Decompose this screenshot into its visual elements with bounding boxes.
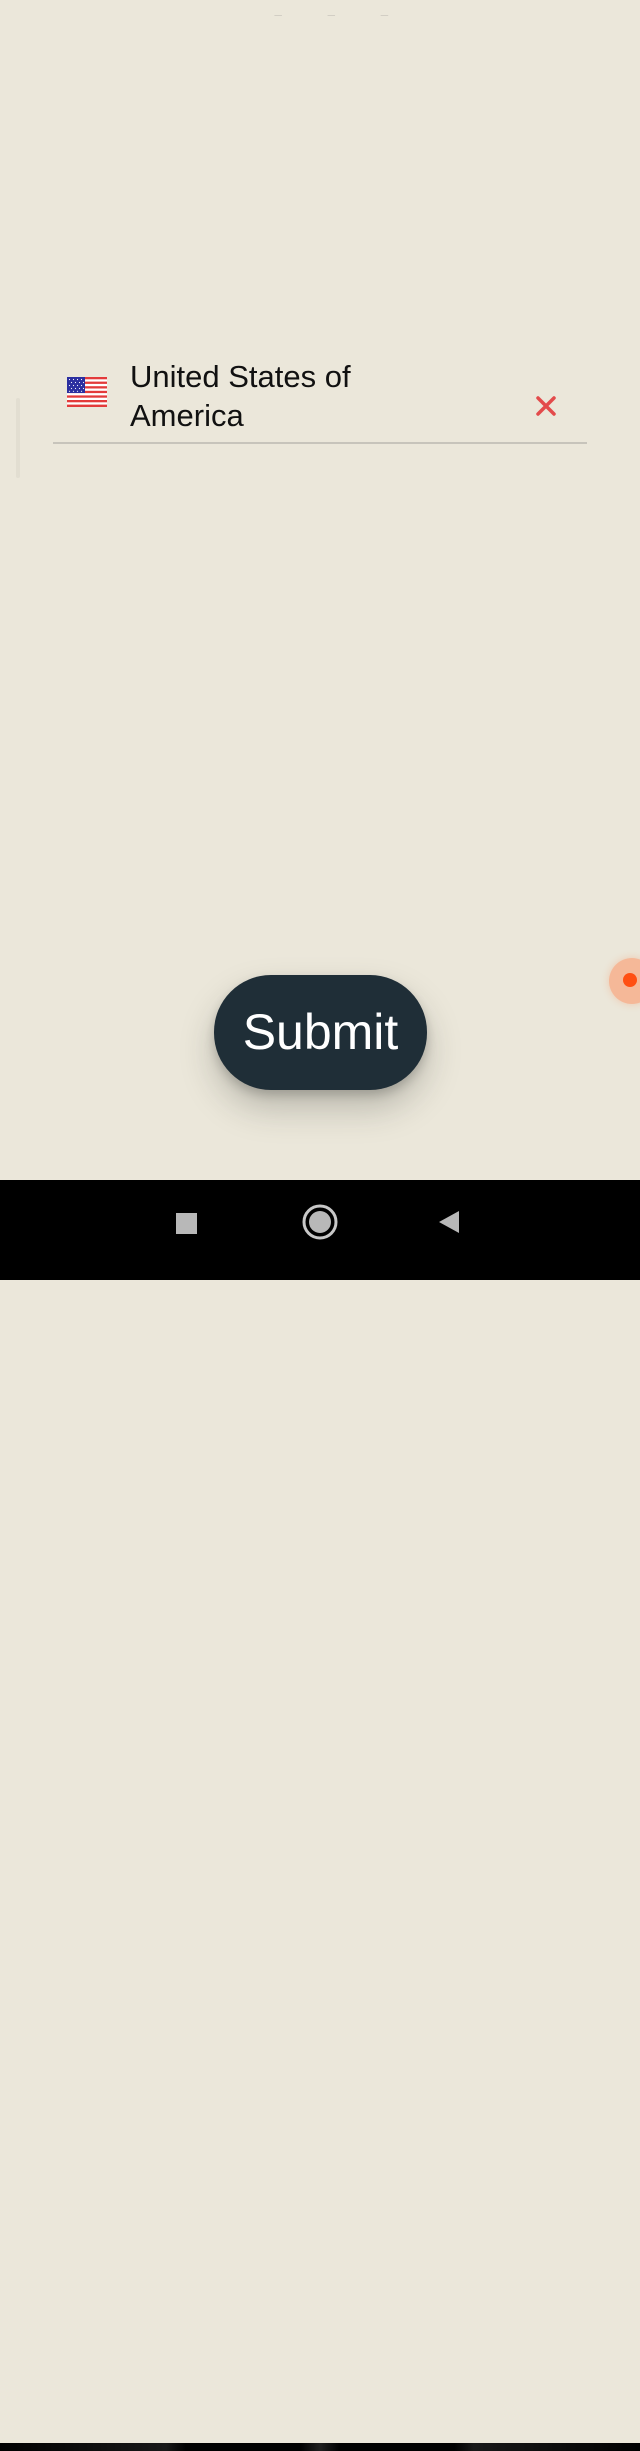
- scroll-indicator[interactable]: [16, 398, 20, 478]
- us-flag-icon: [67, 377, 107, 407]
- selected-country-name: United States of America: [130, 359, 351, 433]
- triangle-back-icon: [439, 1211, 459, 1233]
- android-navigation-bar: [0, 1180, 640, 2451]
- clear-country-button[interactable]: [527, 387, 565, 425]
- floating-orange-dot-core: [623, 973, 637, 987]
- floating-orange-dot[interactable]: [609, 958, 640, 1004]
- back-button[interactable]: [415, 1180, 485, 1266]
- country-selection-screen: ⌒ ⌒ ˍ ˍ ˍ ˍ ˍ ˍ ˍ ˍ ˍ: [0, 0, 640, 1180]
- home-button[interactable]: [285, 1180, 355, 1266]
- square-icon: [176, 1213, 197, 1234]
- circle-home-icon: [302, 1204, 338, 1240]
- close-icon: [536, 396, 556, 416]
- offscreen-heading-fragment: ⌒ ⌒ ˍ ˍ ˍ ˍ ˍ ˍ ˍ ˍ ˍ: [130, 0, 408, 16]
- selected-country-field[interactable]: United States of America: [53, 350, 587, 444]
- recents-button[interactable]: [151, 1180, 221, 1266]
- submit-button[interactable]: Submit: [214, 975, 427, 1090]
- bottom-gesture-hint: [0, 2443, 640, 2451]
